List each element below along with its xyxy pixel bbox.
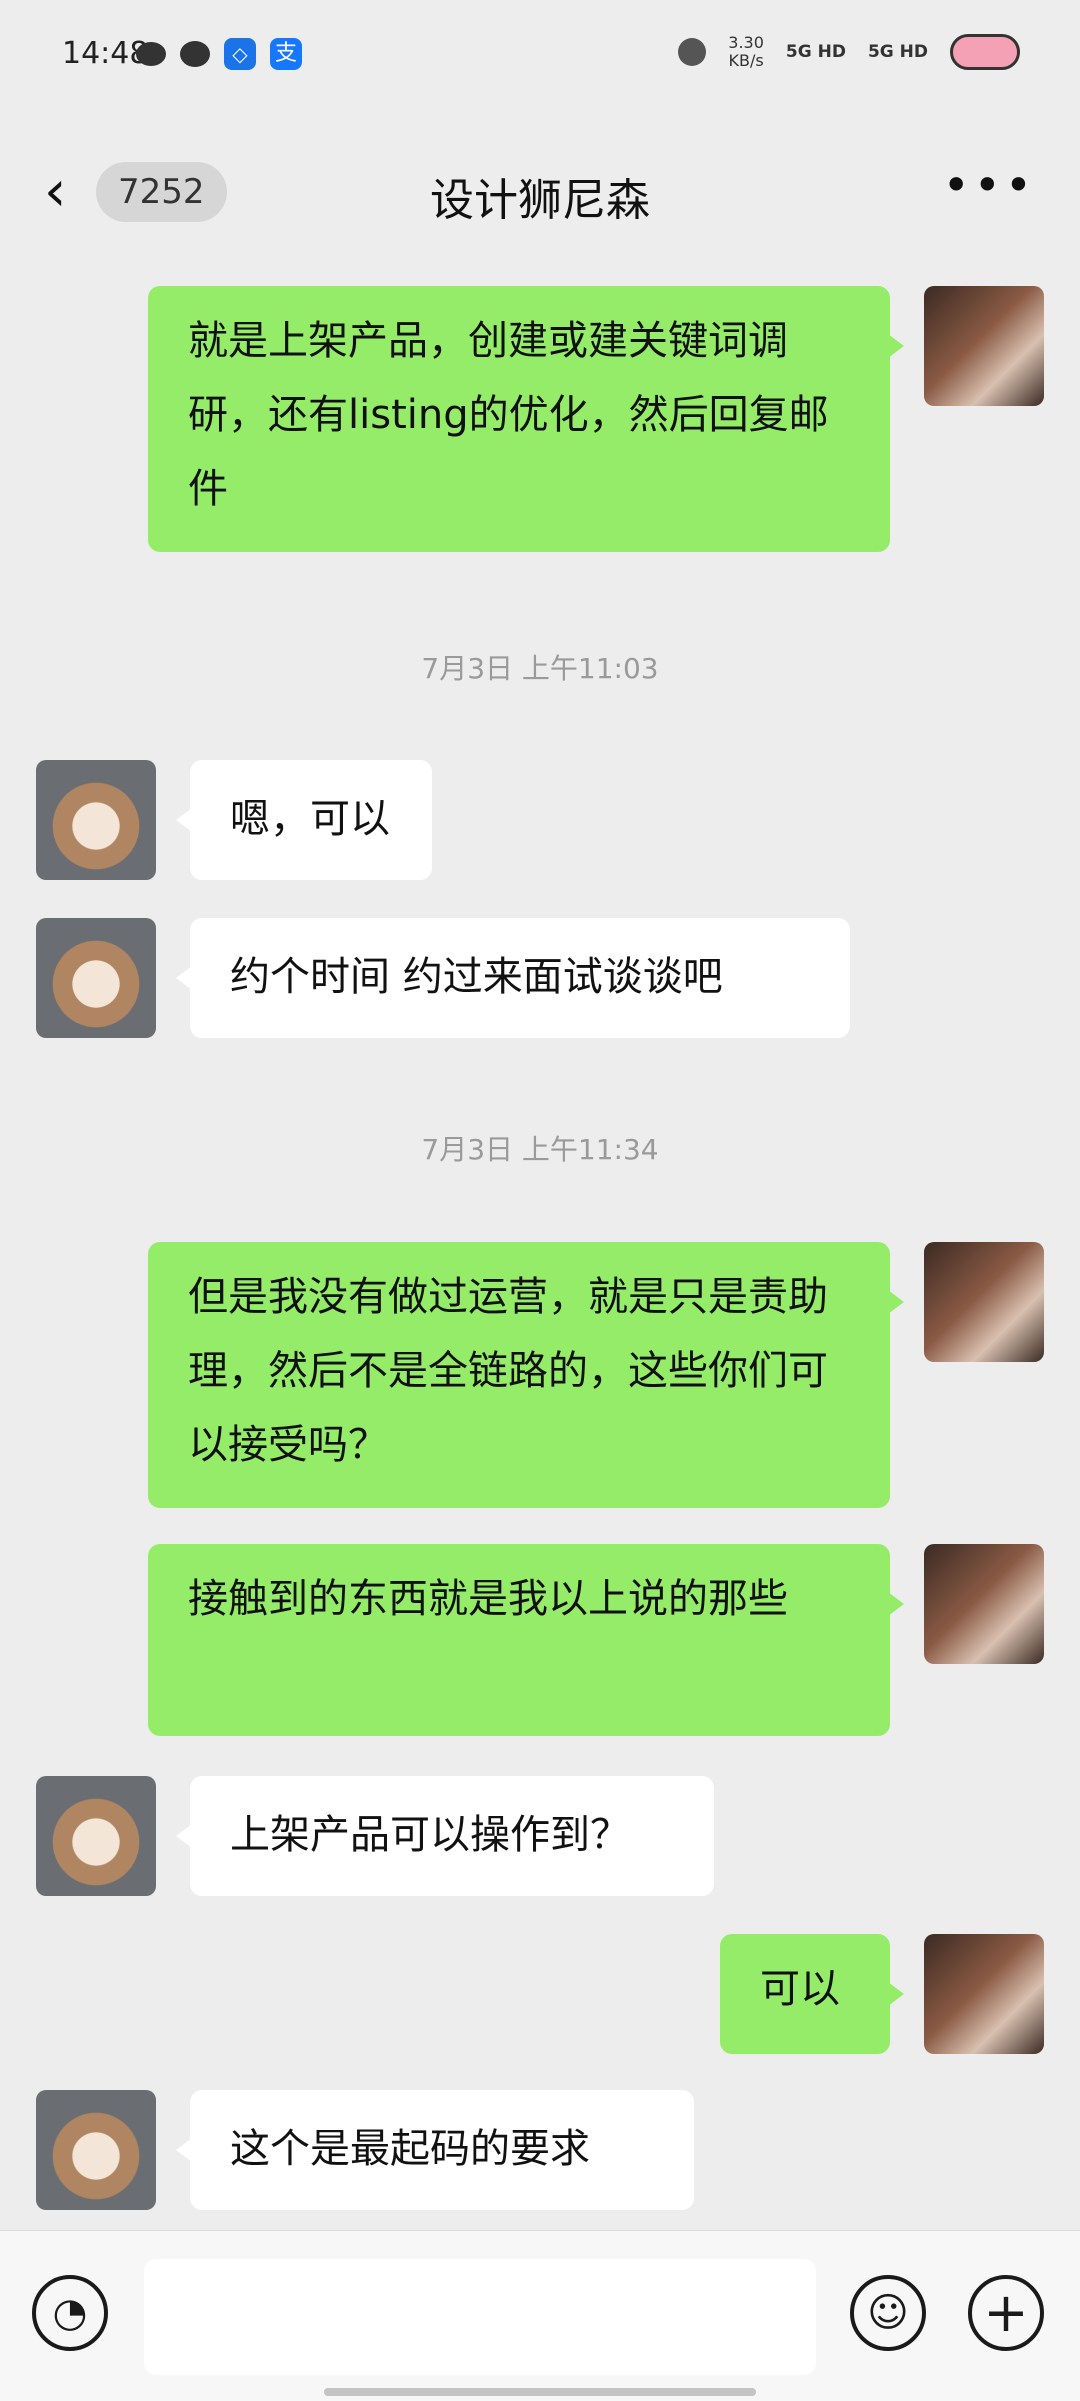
input-bar: ◔ ☺ + (0, 2230, 1080, 2401)
timestamp: 7月3日 上午11:03 (421, 652, 659, 685)
message-input[interactable] (144, 2259, 816, 2375)
message-bubble-sent[interactable]: 接触到的东西就是我以上说的那些 (148, 1544, 904, 1736)
my-avatar[interactable] (924, 1242, 1044, 1362)
wechat-icon (136, 42, 166, 66)
message-bubble-received[interactable]: 这个是最起码的要求 (176, 2090, 694, 2210)
message-bubble-sent[interactable]: 但是我没有做过运营，就是只是责助理，然后不是全链路的，这些你们可以接受吗？ (148, 1242, 904, 1508)
emoji-icon[interactable]: ☺ (850, 2275, 926, 2351)
signal-2: 5G HD (867, 42, 928, 62)
voice-icon[interactable]: ◔ (32, 2275, 108, 2351)
contact-avatar[interactable] (36, 918, 156, 1038)
my-avatar[interactable] (924, 1934, 1044, 2054)
my-avatar[interactable] (924, 1544, 1044, 1664)
message-icon (180, 41, 210, 67)
message-bubble-sent[interactable]: 可以 (720, 1934, 904, 2054)
status-bar: 14:48 ◇ 支 3.30 KB/s 5G HD 5G HD (0, 0, 1080, 112)
more-options-icon[interactable]: ••• (943, 158, 1036, 212)
signal-1: 5G HD (785, 42, 846, 62)
notification-icons: ◇ 支 (136, 38, 302, 70)
my-avatar[interactable] (924, 286, 1044, 406)
net-speed-value: 3.30 (728, 33, 764, 52)
plus-icon[interactable]: + (968, 2275, 1044, 2351)
message-bubble-sent[interactable]: 就是上架产品，创建或建关键词调研，还有listing的优化，然后回复邮件 (148, 286, 904, 552)
message-bubble-received[interactable]: 嗯，可以 (176, 760, 432, 880)
message-bubble-received[interactable]: 约个时间 约过来面试谈谈吧 (176, 918, 850, 1038)
net-speed: 3.30 KB/s (728, 34, 764, 70)
chat-title: 设计狮尼森 (430, 175, 650, 226)
message-bubble-received[interactable]: 上架产品可以操作到？ (176, 1776, 714, 1896)
net-speed-unit: KB/s (728, 51, 764, 70)
contact-avatar[interactable] (36, 2090, 156, 2210)
battery-icon (950, 34, 1020, 70)
home-indicator[interactable] (324, 2388, 756, 2396)
chat-header: ‹ 7252 设计狮尼森 ••• (0, 112, 1080, 264)
alipay-icon: 支 (270, 38, 302, 70)
contact-avatar[interactable] (36, 760, 156, 880)
app-icon: ◇ (224, 38, 256, 70)
contact-avatar[interactable] (36, 1776, 156, 1896)
timestamp: 7月3日 上午11:34 (421, 1133, 659, 1166)
message-list[interactable]: 就是上架产品，创建或建关键词调研，还有listing的优化，然后回复邮件 7月3… (0, 264, 1080, 2230)
status-right: 3.30 KB/s 5G HD 5G HD (678, 34, 1020, 70)
mute-icon (678, 38, 707, 66)
